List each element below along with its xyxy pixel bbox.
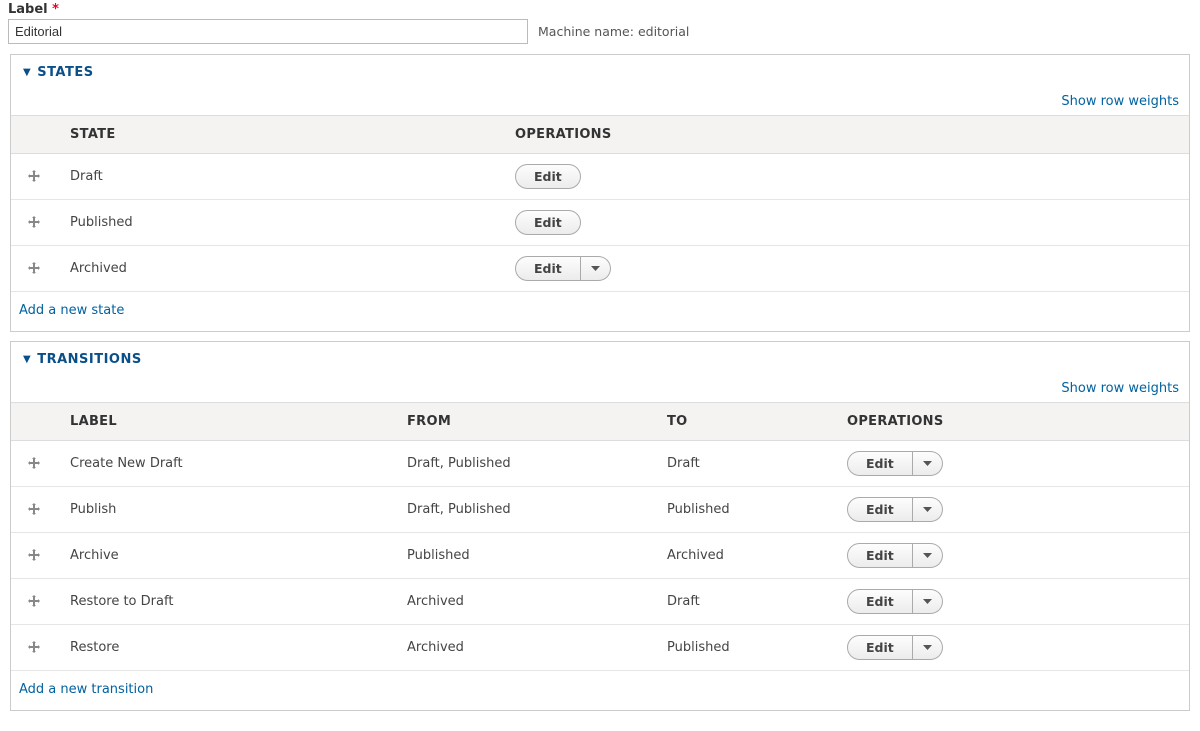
transition-label: Publish	[57, 487, 394, 533]
machine-name: Machine name: editorial	[538, 24, 689, 39]
show-row-weights-states[interactable]: Show row weights	[1061, 94, 1179, 109]
required-indicator: *	[52, 2, 59, 17]
transitions-legend[interactable]: ▼ TRANSITIONS	[11, 342, 1189, 377]
transition-from: Draft, Published	[394, 441, 654, 487]
label-field-label: Label *	[8, 2, 1198, 17]
transitions-header-from: FROM	[394, 403, 654, 441]
transition-to: Draft	[654, 579, 834, 625]
states-header-operations: OPERATIONS	[502, 116, 1189, 154]
collapse-icon: ▼	[23, 67, 31, 78]
transition-to: Published	[654, 487, 834, 533]
transitions-header-label: LABEL	[57, 403, 394, 441]
add-transition-link[interactable]: Add a new transition	[11, 671, 1189, 710]
transitions-header-to: TO	[654, 403, 834, 441]
add-state-link[interactable]: Add a new state	[11, 292, 1189, 331]
table-row: Archived Edit	[11, 246, 1189, 292]
state-name: Archived	[57, 246, 502, 292]
collapse-icon: ▼	[23, 354, 31, 365]
dropdown-toggle[interactable]	[913, 451, 943, 476]
edit-button[interactable]: Edit	[515, 210, 581, 235]
transition-from: Draft, Published	[394, 487, 654, 533]
table-row: ArchivePublishedArchived Edit	[11, 533, 1189, 579]
drag-handle-icon[interactable]	[24, 499, 44, 519]
transition-from: Published	[394, 533, 654, 579]
transition-label: Create New Draft	[57, 441, 394, 487]
states-header-state: STATE	[57, 116, 502, 154]
edit-button[interactable]: Edit	[515, 256, 581, 281]
dropdown-toggle[interactable]	[913, 635, 943, 660]
drag-handle-icon[interactable]	[24, 591, 44, 611]
table-row: PublishDraft, PublishedPublished Edit	[11, 487, 1189, 533]
table-row: Restore to DraftArchivedDraft Edit	[11, 579, 1189, 625]
drag-handle-icon[interactable]	[24, 453, 44, 473]
transitions-table: LABEL FROM TO OPERATIONS Create New Draf…	[11, 402, 1189, 671]
transition-from: Archived	[394, 625, 654, 671]
edit-button[interactable]: Edit	[515, 164, 581, 189]
drag-handle-icon[interactable]	[24, 212, 44, 232]
transitions-fieldset: ▼ TRANSITIONS Show row weights LABEL FRO…	[10, 341, 1190, 711]
transition-to: Archived	[654, 533, 834, 579]
states-legend[interactable]: ▼ STATES	[11, 55, 1189, 90]
table-row: Create New DraftDraft, PublishedDraft Edi…	[11, 441, 1189, 487]
transition-from: Archived	[394, 579, 654, 625]
transition-to: Draft	[654, 441, 834, 487]
edit-button[interactable]: Edit	[847, 543, 913, 568]
table-row: Published Edit	[11, 200, 1189, 246]
transition-label: Restore	[57, 625, 394, 671]
transition-label: Restore to Draft	[57, 579, 394, 625]
table-row: RestoreArchivedPublished Edit	[11, 625, 1189, 671]
state-name: Published	[57, 200, 502, 246]
drag-handle-icon[interactable]	[24, 545, 44, 565]
drag-handle-icon[interactable]	[24, 166, 44, 186]
label-input[interactable]	[8, 19, 528, 44]
drag-handle-icon[interactable]	[24, 258, 44, 278]
states-table: STATE OPERATIONS DraftEditPublishedEditA…	[11, 115, 1189, 292]
dropdown-toggle[interactable]	[913, 497, 943, 522]
transition-label: Archive	[57, 533, 394, 579]
transitions-header-operations: OPERATIONS	[834, 403, 1189, 441]
transition-to: Published	[654, 625, 834, 671]
dropdown-toggle[interactable]	[913, 589, 943, 614]
states-fieldset: ▼ STATES Show row weights STATE OPERATIO…	[10, 54, 1190, 332]
edit-button[interactable]: Edit	[847, 497, 913, 522]
show-row-weights-transitions[interactable]: Show row weights	[1061, 381, 1179, 396]
table-row: Draft Edit	[11, 154, 1189, 200]
dropdown-toggle[interactable]	[581, 256, 611, 281]
edit-button[interactable]: Edit	[847, 589, 913, 614]
state-name: Draft	[57, 154, 502, 200]
dropdown-toggle[interactable]	[913, 543, 943, 568]
edit-button[interactable]: Edit	[847, 451, 913, 476]
drag-handle-icon[interactable]	[24, 637, 44, 657]
edit-button[interactable]: Edit	[847, 635, 913, 660]
